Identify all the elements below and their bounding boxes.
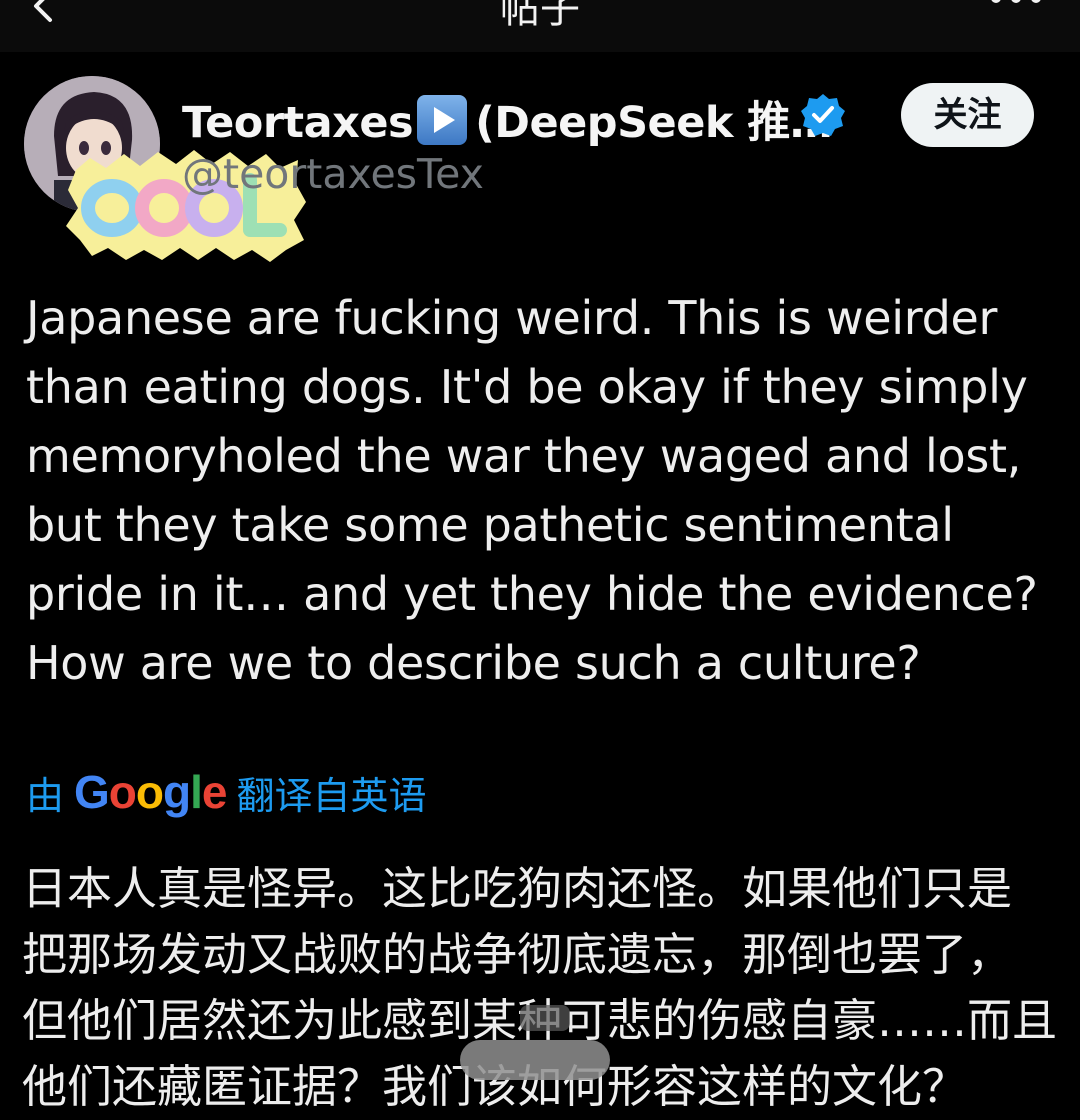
author-display-name[interactable]: Teortaxes (DeepSeek 推…: [182, 88, 833, 150]
more-options-icon[interactable]: [986, 0, 1046, 6]
verified-badge-icon: [801, 94, 845, 136]
page-title: 帖子: [500, 0, 580, 32]
google-logo: Google: [74, 766, 227, 818]
tweet-line: Japanese are fucking weird. This is weir…: [26, 291, 998, 345]
translation-attribution[interactable]: 由 Google 翻译自英语: [26, 762, 427, 822]
censor-blur-overlay: [460, 1040, 610, 1080]
top-bar: 帖子: [0, 0, 1080, 52]
tweet-line: memoryholed the war they waged and lost,: [26, 429, 1022, 483]
translated-line: 把那场发动又战败的战争彻底遗忘，那倒也罢了，: [22, 928, 1013, 981]
author-handle[interactable]: @teortaxesTex: [182, 150, 484, 198]
translate-from-label: 翻译自英语: [236, 773, 427, 818]
tweet-line: but they take some pathetic sentimental: [26, 498, 954, 552]
redaction-smudge: [520, 1005, 570, 1031]
translate-by-label: 由: [26, 773, 65, 818]
tweet-line: pride in it… and yet they hide the evide…: [26, 567, 1038, 621]
translated-body: 日本人真是怪异。这比吃狗肉还怪。如果他们只是 把那场发动又战败的战争彻底遗忘，那…: [22, 856, 1062, 1120]
author-name[interactable]: Teortaxes: [182, 98, 414, 148]
tweet-body: Japanese are fucking weird. This is weir…: [26, 284, 1056, 698]
author-name-suffix[interactable]: (DeepSeek 推…: [475, 98, 833, 148]
translated-line: 日本人真是怪异。这比吃狗肉还怪。如果他们只是: [22, 862, 1013, 915]
play-button-icon: [417, 95, 468, 145]
tweet-line: than eating dogs. It'd be okay if they s…: [26, 360, 1028, 414]
follow-button[interactable]: 关注: [901, 83, 1034, 147]
tweet-line: How are we to describe such a culture?: [26, 636, 921, 690]
